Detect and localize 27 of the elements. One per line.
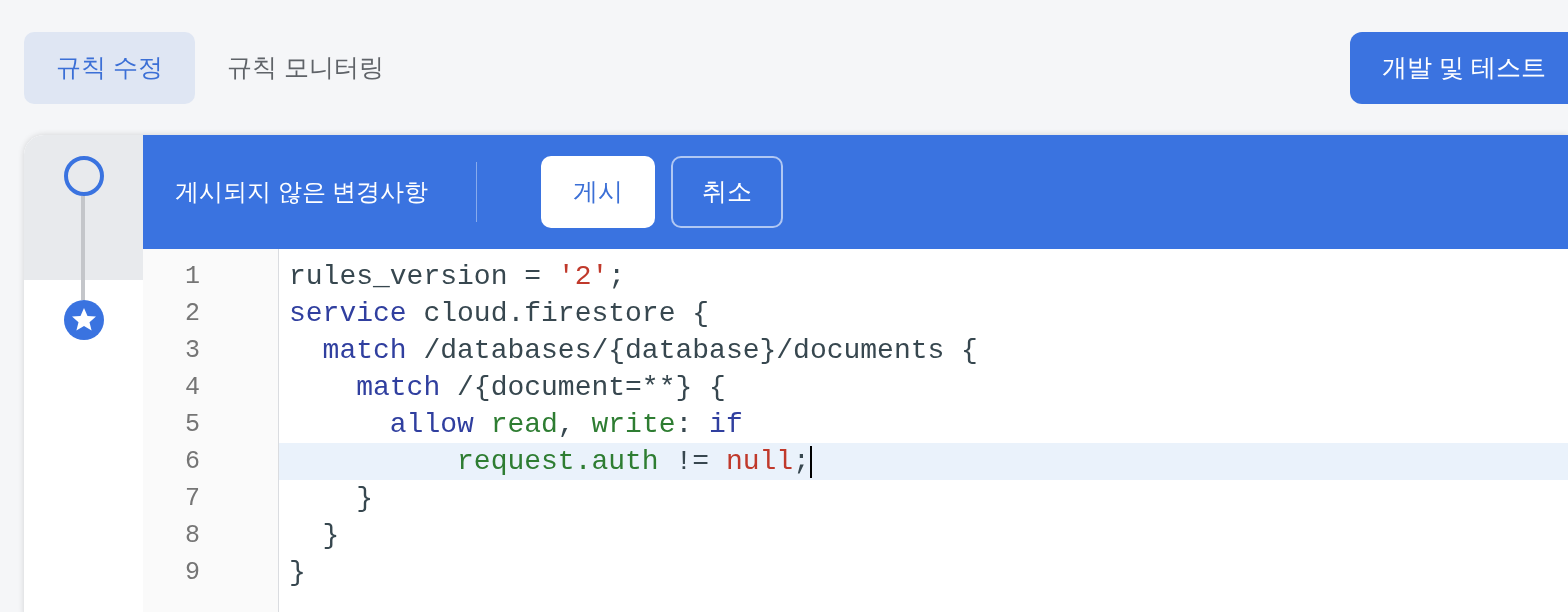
line-number: 4	[185, 373, 200, 402]
line-number: 9	[185, 558, 200, 587]
line-number: 2	[185, 299, 200, 328]
line-number: 8	[185, 521, 200, 550]
tab[interactable]: 규칙 모니터링	[202, 32, 408, 104]
code-line: }	[289, 556, 306, 590]
tab[interactable]: 규칙 수정	[24, 32, 195, 104]
code-line: match /databases/{database}/documents {	[321, 334, 978, 368]
code-line: allow read, write: if	[388, 408, 743, 442]
dev-test-button[interactable]: 개발 및 테스트	[1350, 32, 1568, 104]
publish-button[interactable]: 게시	[541, 156, 656, 228]
code-editor[interactable]: rules_version = '2'; service cloud.firestore { match /databases/{database}/documents { match /{document=**} { allow read, write: if request.auth != null; } } }	[279, 249, 1568, 612]
timeline-item[interactable]	[24, 135, 143, 280]
code-line: }	[321, 519, 340, 553]
code-line: rules_version = '2';	[289, 260, 626, 294]
code-line: request.auth != null;	[456, 445, 810, 479]
cancel-button[interactable]: 취소	[671, 156, 784, 228]
text-cursor	[809, 445, 812, 478]
line-number: 1	[185, 262, 200, 291]
unpublished-status: 게시되지 않은 변경사항	[175, 162, 478, 222]
line-number: 6	[185, 447, 200, 476]
code-line: match /{document=**} {	[355, 371, 726, 405]
line-number: 7	[185, 484, 200, 513]
line-number: 5	[185, 410, 200, 439]
code-line: }	[355, 482, 373, 516]
line-number: 3	[185, 336, 200, 365]
code-line: service cloud.firestore {	[289, 297, 710, 331]
